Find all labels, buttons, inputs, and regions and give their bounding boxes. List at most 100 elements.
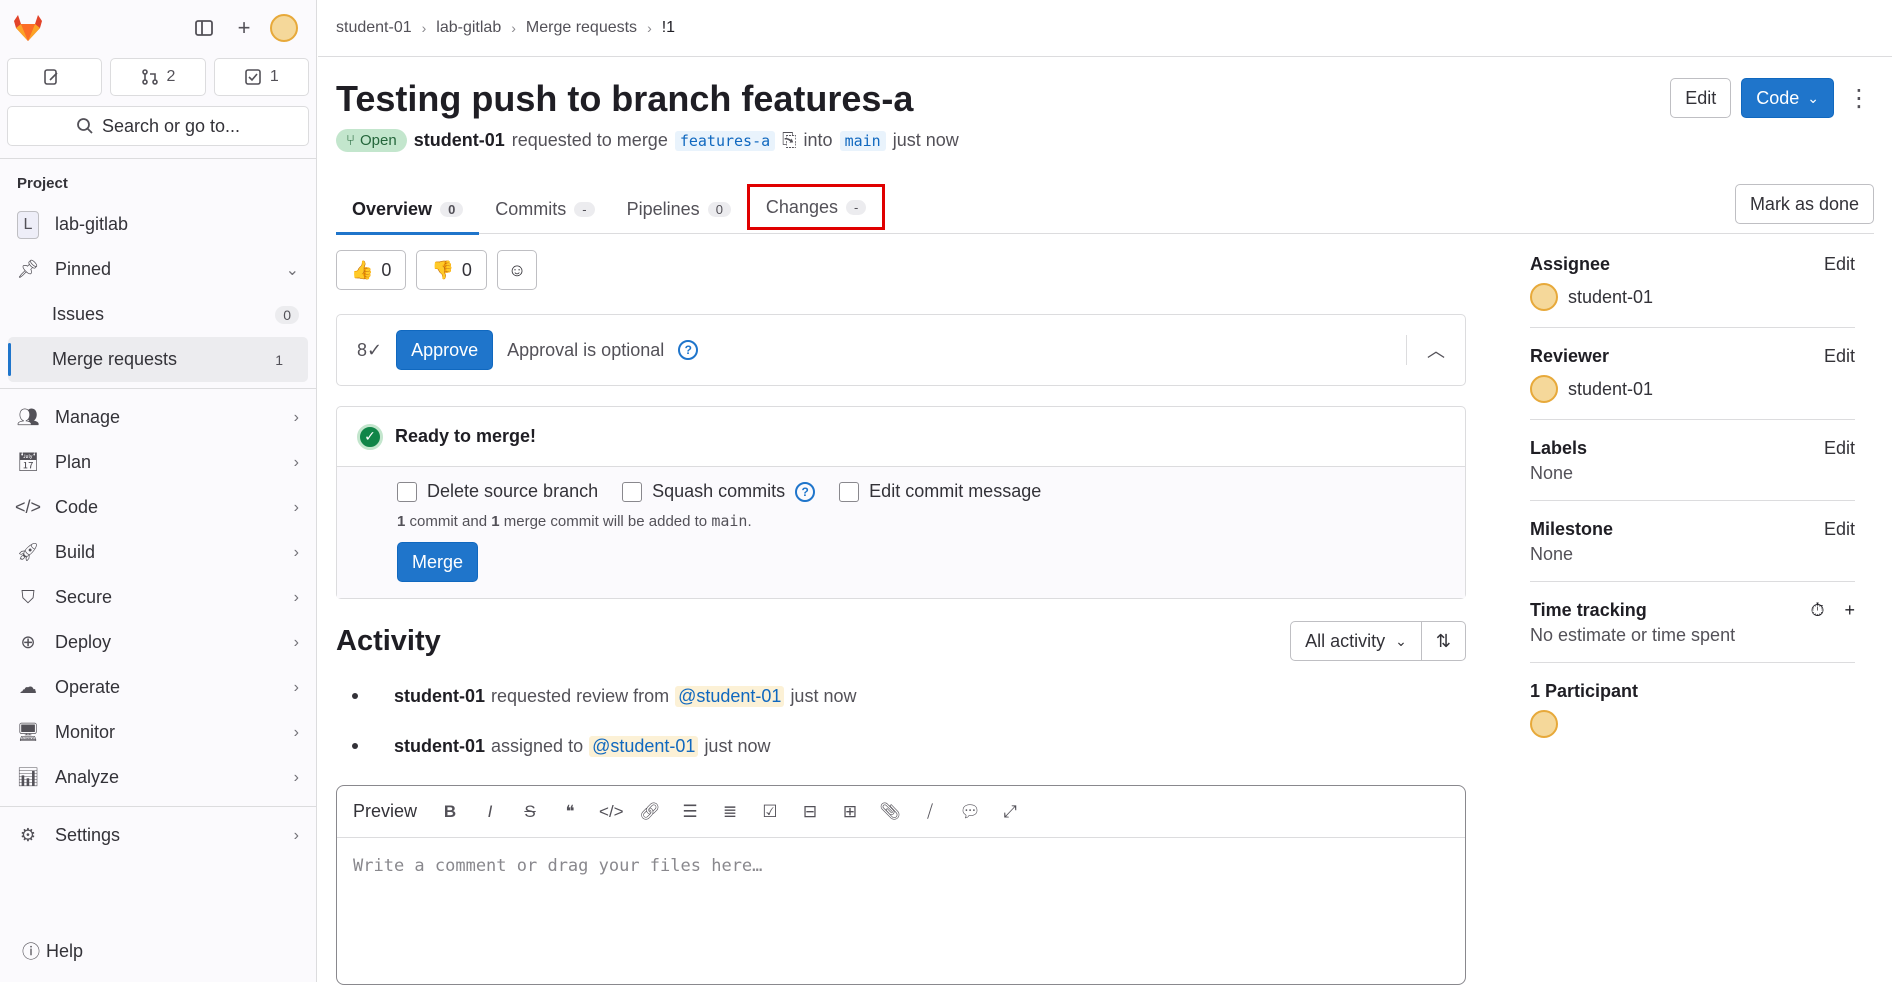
sidebar-item-deploy[interactable]: ⊕ Deploy › (0, 620, 316, 665)
help-icon[interactable]: ? (678, 340, 699, 360)
tab-commits[interactable]: Commits - (479, 184, 610, 234)
merge-button[interactable]: Merge (397, 542, 479, 582)
user-avatar-button[interactable] (264, 8, 304, 48)
assignee-name[interactable]: student-01 (1568, 287, 1653, 308)
todo-icon (245, 69, 261, 85)
thumbs-down-button[interactable]: 👎 0 (416, 250, 487, 290)
strikethrough-icon[interactable]: S (519, 802, 541, 822)
quote-icon[interactable]: ❝ (559, 802, 581, 822)
tab-pipelines[interactable]: Pipelines 0 (611, 184, 747, 234)
search-button[interactable]: Search or go to... (7, 106, 309, 146)
participant-avatar[interactable] (1530, 710, 1558, 738)
issues-icon (43, 69, 58, 85)
edit-reviewer-button[interactable]: Edit (1824, 346, 1855, 367)
delete-source-branch-checkbox[interactable]: Delete source branch (397, 481, 598, 502)
mark-as-done-button[interactable]: Mark as done (1734, 184, 1874, 224)
edit-labels-button[interactable]: Edit (1824, 438, 1855, 459)
fullscreen-icon[interactable]: ⤢ (999, 802, 1021, 822)
attach-icon[interactable]: 📎︎ (879, 802, 901, 822)
sidebar-item-monitor[interactable]: 🖥︎ Monitor › (0, 710, 316, 755)
stopwatch-icon[interactable]: ⏱︎ (1810, 600, 1824, 621)
activity-item: student-01 assigned to @student-01 just … (352, 721, 1466, 771)
merge-requests-counter[interactable]: 2 (110, 58, 206, 96)
chevron-right-icon: › (293, 453, 299, 471)
edit-button[interactable]: Edit (1670, 78, 1732, 118)
bullet-list-icon[interactable]: ☰ (679, 802, 701, 822)
chart-icon: 📊︎ (16, 767, 40, 787)
chevron-right-icon: › (293, 723, 299, 741)
breadcrumb-item-current[interactable]: !1 (662, 19, 675, 37)
add-icon[interactable]: + (1844, 600, 1855, 621)
sidebar-item-manage[interactable]: 👥︎ Manage › (0, 395, 316, 440)
breadcrumb-item[interactable]: student-01 (336, 19, 412, 37)
user-link[interactable]: student-01 (394, 736, 485, 757)
help-button[interactable]: ⓘ Help (22, 938, 83, 964)
activity-heading: Activity (336, 624, 441, 657)
sidebar-item-build[interactable]: 🚀︎ Build › (0, 530, 316, 575)
deploy-icon: ⊕ (20, 632, 36, 652)
copy-icon[interactable]: ⎘ (782, 130, 796, 151)
breadcrumb-item[interactable]: Merge requests (526, 19, 637, 37)
comment-icon[interactable]: 💬︎ (959, 802, 981, 822)
author-link[interactable]: student-01 (414, 130, 505, 151)
source-branch[interactable]: features-a (674, 130, 776, 151)
participants-block: 1 Participant (1530, 677, 1855, 738)
check-circle-icon: ✓ (357, 423, 383, 450)
sidebar-item-secure[interactable]: ⛉ Secure › (0, 575, 316, 620)
bold-icon[interactable]: B (439, 802, 461, 822)
more-actions-icon[interactable]: ⋮ (1844, 84, 1874, 113)
sidebar-item-issues[interactable]: Issues 0 (0, 292, 316, 337)
tab-overview[interactable]: Overview 0 (336, 184, 480, 235)
italic-icon[interactable]: I (479, 802, 501, 822)
sidebar-item-plan[interactable]: 📅︎ Plan › (0, 440, 316, 485)
sidebar-item-project[interactable]: L lab-gitlab (0, 202, 316, 247)
tab-changes[interactable]: Changes - (746, 184, 886, 230)
squash-commits-checkbox[interactable]: Squash commits? (622, 481, 816, 502)
sidebar-item-analyze[interactable]: 📊︎ Analyze › (0, 755, 316, 800)
task-list-icon[interactable]: ☑ (759, 802, 781, 822)
collapsible-icon[interactable]: ⊟ (799, 802, 821, 822)
mention-link[interactable]: @student-01 (589, 735, 699, 757)
todos-counter[interactable]: 1 (213, 58, 309, 96)
sidebar-item-settings[interactable]: ⚙︎ Settings › (0, 813, 316, 858)
smiley-icon: ☺ (507, 259, 527, 280)
reviewer-name[interactable]: student-01 (1568, 379, 1653, 400)
preview-button[interactable]: Preview (353, 801, 417, 822)
chevron-right-icon: › (293, 633, 299, 651)
slash-command-icon[interactable]: ⧸ (919, 802, 941, 822)
sidebar-item-merge-requests[interactable]: Merge requests 1 (8, 337, 308, 382)
project-avatar: L (17, 210, 39, 239)
numbered-list-icon[interactable]: ≣ (719, 802, 741, 822)
approve-button[interactable]: Approve (396, 330, 494, 370)
breadcrumb-item[interactable]: lab-gitlab (436, 19, 501, 37)
table-icon[interactable]: ⊞ (839, 802, 861, 822)
create-new-icon[interactable]: + (224, 8, 264, 48)
chevron-right-icon: › (293, 768, 299, 786)
sort-order-button[interactable]: ⇅ (1421, 621, 1466, 661)
code-icon[interactable]: </> (599, 802, 624, 822)
link-icon[interactable]: 🔗︎ (639, 802, 661, 822)
target-branch[interactable]: main (839, 130, 886, 151)
mention-link[interactable]: @student-01 (675, 685, 785, 707)
toggle-sidebar-icon[interactable] (184, 8, 224, 48)
reviewer-block: Reviewer Edit student-01 (1530, 342, 1855, 420)
sidebar-item-pinned[interactable]: 📌︎ Pinned ⌄ (0, 247, 316, 292)
help-icon[interactable]: ? (795, 481, 816, 502)
user-link[interactable]: student-01 (394, 686, 485, 707)
activity-filter-dropdown[interactable]: All activity ⌄ (1290, 621, 1422, 661)
avatar (1530, 283, 1558, 311)
issues-counter[interactable] (7, 58, 103, 96)
sidebar-item-operate[interactable]: ☁︎ Operate › (0, 665, 316, 710)
add-reaction-button[interactable]: ☺ (496, 250, 538, 290)
edit-commit-message-checkbox[interactable]: Edit commit message (839, 481, 1041, 502)
chevron-right-icon: › (293, 408, 299, 426)
gitlab-logo[interactable] (12, 12, 44, 44)
edit-milestone-button[interactable]: Edit (1824, 519, 1855, 540)
chevron-up-icon[interactable]: ︿ (1406, 335, 1445, 365)
sidebar-item-code[interactable]: </> Code › (0, 485, 316, 530)
code-dropdown-button[interactable]: Code ⌄ (1741, 78, 1834, 118)
thumbs-up-button[interactable]: 👍 0 (336, 250, 407, 290)
edit-assignee-button[interactable]: Edit (1824, 254, 1855, 275)
merge-widget: ✓ Ready to merge! Delete source branch S… (336, 406, 1466, 599)
comment-input[interactable]: Write a comment or drag your files here… (337, 838, 1465, 894)
